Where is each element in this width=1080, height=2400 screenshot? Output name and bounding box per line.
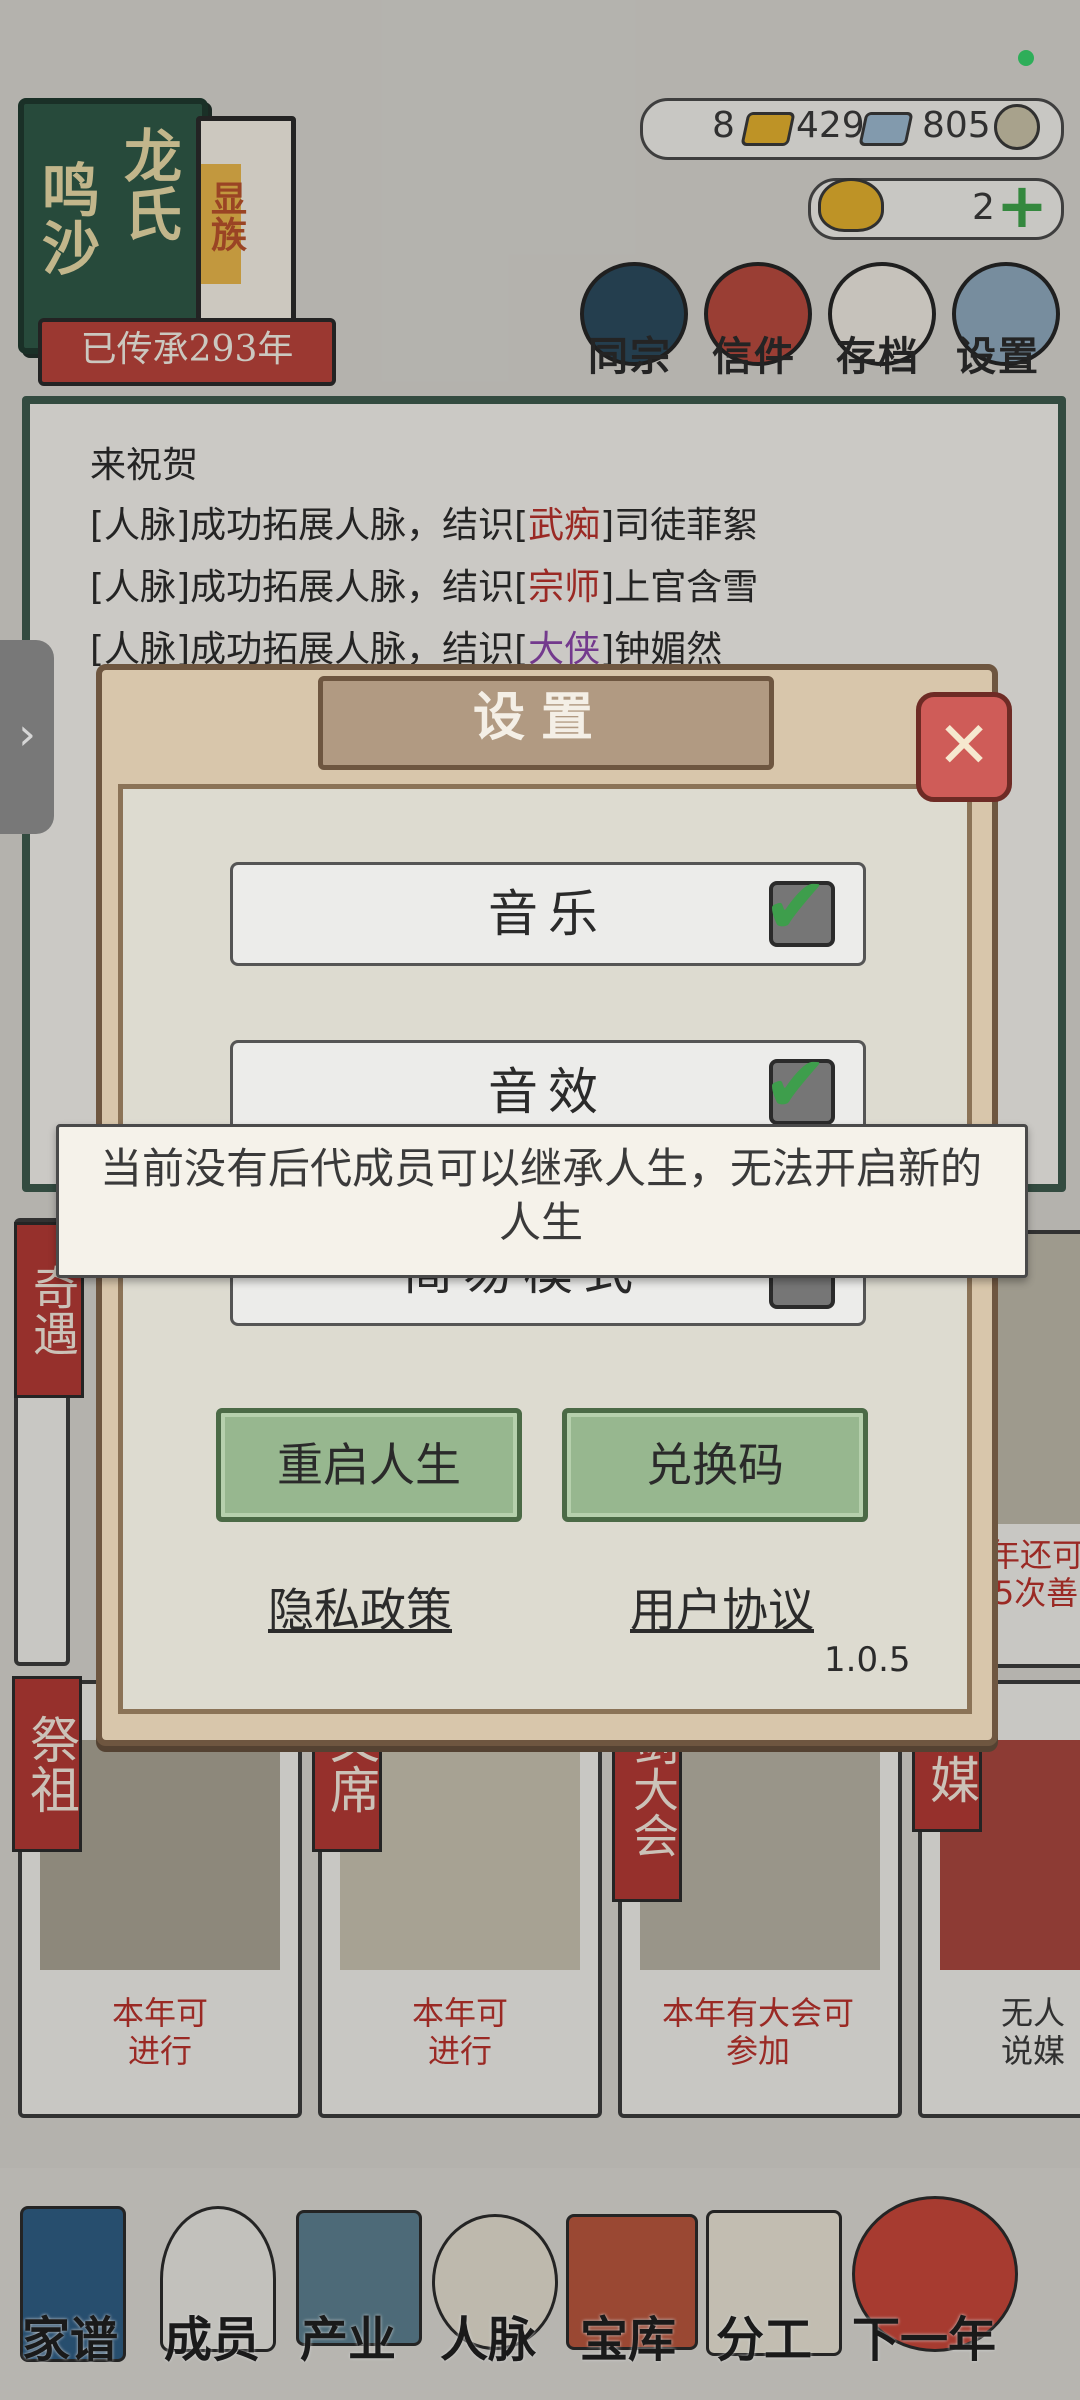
close-icon: ✕	[937, 709, 991, 783]
privacy-policy-link[interactable]: 隐私政策	[268, 1574, 452, 1640]
music-toggle-row[interactable]: 音乐 ✔	[230, 862, 866, 966]
user-agreement-link[interactable]: 用户协议	[630, 1574, 814, 1640]
redeem-code-button[interactable]: 兑换码	[562, 1408, 868, 1522]
toast-text: 当前没有后代成员可以继承人生，无法开启新的人生	[99, 1144, 982, 1247]
restart-life-button[interactable]: 重启人生	[216, 1408, 522, 1522]
checkmark-icon: ✔	[763, 1040, 829, 1130]
close-button[interactable]: ✕	[916, 692, 1012, 802]
settings-title: 设置	[472, 687, 609, 748]
version-label: 1.0.5	[824, 1640, 911, 1680]
checkmark-icon: ✔	[763, 862, 829, 952]
